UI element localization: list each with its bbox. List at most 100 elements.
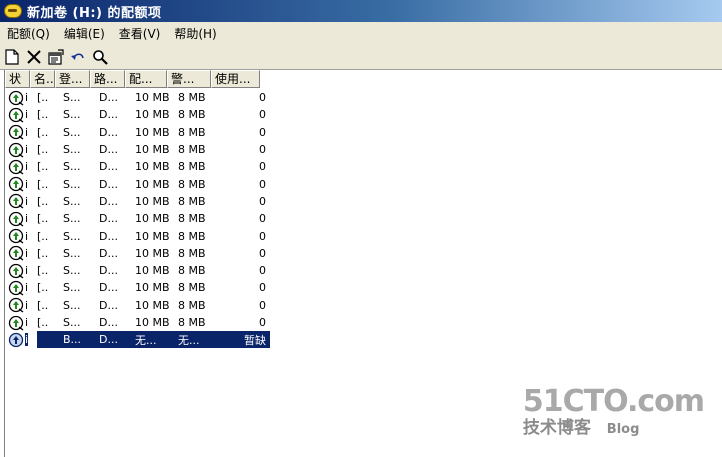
watermark-tagline-line: 技术博客 Blog (523, 417, 704, 441)
column-header-status[interactable]: 状 (5, 70, 30, 88)
column-header-warning[interactable]: 警... (167, 70, 211, 88)
row-percent-used: 0 (259, 91, 266, 105)
row-quota-limit: 10 MB (135, 281, 170, 295)
row-status-flag: i (25, 212, 29, 226)
table-row[interactable]: i [.. S... D... 10 MB 8 MB 0 (5, 106, 270, 123)
row-login: S... (63, 229, 81, 243)
row-name: [.. (37, 194, 49, 208)
menu-quota[interactable]: 配额(Q) (0, 25, 57, 42)
row-quota-limit: 无... (135, 331, 178, 349)
row-percent-used: 0 (259, 125, 266, 139)
row-status: i (5, 141, 37, 158)
column-header-used[interactable]: 使用... (211, 70, 260, 88)
row-warning-level: 8 MB (178, 264, 206, 278)
row-path: D... (99, 160, 118, 174)
row-path: D... (99, 264, 118, 278)
row-percent-used: 0 (259, 246, 266, 260)
quota-ok-icon (8, 211, 24, 227)
row-login: S... (63, 160, 81, 174)
menu-view[interactable]: 查看(V) (112, 25, 168, 42)
row-status: i (5, 176, 37, 193)
table-row[interactable]: i [.. S... D... 10 MB 8 MB 0 (5, 227, 270, 244)
row-name: [.. (37, 143, 49, 157)
table-row[interactable]: i [.. S... D... 10 MB 8 MB 0 (5, 141, 270, 158)
row-quota-limit: 10 MB (135, 212, 170, 226)
row-login: S... (63, 212, 81, 226)
row-status: i (5, 228, 37, 245)
watermark-site: 51CTO.com (522, 384, 705, 419)
column-header-path[interactable]: 路... (90, 70, 125, 88)
row-status: i (5, 262, 37, 279)
column-header-name[interactable]: 名.. (30, 70, 55, 88)
row-path: D... (99, 212, 118, 226)
row-quota-limit: 10 MB (135, 125, 170, 139)
row-warning-level: 8 MB (178, 194, 206, 208)
quota-ok-icon (8, 246, 24, 261)
row-name: [.. (37, 177, 49, 191)
table-row[interactable]: i [.. S... D... 10 MB 8 MB 0 (5, 314, 270, 331)
row-name: [.. (37, 316, 49, 329)
row-quota-limit: 10 MB (135, 143, 170, 157)
row-warning-level: 8 MB (178, 316, 206, 329)
list-rows: i [.. S... D... 10 MB 8 MB 0 i [.. S... D... 10 MB 8… (5, 89, 270, 349)
column-header-login[interactable]: 登... (55, 70, 90, 88)
row-percent-used: 0 (259, 108, 266, 122)
row-login: S... (63, 143, 81, 157)
table-row[interactable]: i [.. S... D... 10 MB 8 MB 0 (5, 297, 270, 314)
table-row[interactable]: i B... D... 无... 无... 暂缺 (5, 331, 270, 349)
row-status-flag: i (25, 298, 29, 312)
menu-help[interactable]: 帮助(H) (167, 25, 223, 42)
properties-icon (48, 48, 64, 65)
row-status-flag: i (25, 229, 29, 243)
menu-edit[interactable]: 编辑(E) (57, 25, 112, 42)
row-percent-used: 0 (259, 281, 266, 295)
row-name: [.. (37, 125, 49, 139)
quota-ok-icon (8, 176, 24, 192)
row-path: D... (99, 125, 118, 139)
table-row[interactable]: i [.. S... D... 10 MB 8 MB 0 (5, 193, 270, 210)
row-percent-used: 0 (259, 212, 266, 226)
quota-ok-icon (8, 315, 24, 331)
row-path: D... (99, 194, 118, 208)
quota-ok-icon (8, 194, 24, 209)
row-status-flag: i (25, 177, 29, 191)
row-name: [.. (37, 298, 49, 312)
table-row[interactable]: i [.. S... D... 10 MB 8 MB 0 (5, 210, 270, 227)
table-row[interactable]: i [.. S... D... 10 MB 8 MB 0 (5, 279, 270, 296)
row-status: i (5, 279, 37, 296)
row-quota-limit: 10 MB (135, 298, 170, 312)
row-status: i (5, 297, 37, 314)
title-bar[interactable]: 新加卷 (H:) 的配额项 (0, 0, 722, 22)
table-row[interactable]: i [.. S... D... 10 MB 8 MB 0 (5, 124, 270, 141)
row-percent-used: 0 (259, 229, 266, 243)
site-watermark: 51CTO.com 技术博客 Blog (522, 384, 705, 441)
row-name: [.. (37, 212, 49, 226)
row-path: D... (99, 281, 118, 295)
watermark-tagline: 技术博客 (522, 418, 591, 438)
find-button[interactable] (90, 47, 110, 67)
toolbar (0, 44, 722, 70)
row-percent-used: 0 (259, 177, 266, 191)
new-entry-button[interactable] (2, 47, 22, 67)
row-name: [.. (37, 246, 49, 260)
row-status: i (5, 193, 37, 210)
row-name: [.. (37, 91, 49, 105)
row-quota-limit: 10 MB (135, 91, 170, 105)
row-warning-level: 8 MB (178, 143, 206, 157)
delete-icon (27, 49, 41, 64)
quota-ok-icon (8, 280, 24, 296)
row-status-flag: i (25, 246, 29, 260)
row-login: S... (63, 177, 81, 191)
table-row[interactable]: i [.. S... D... 10 MB 8 MB 0 (5, 158, 270, 175)
row-quota-limit: 10 MB (135, 108, 170, 122)
table-row[interactable]: i [.. S... D... 10 MB 8 MB 0 (5, 262, 270, 279)
undo-button[interactable] (68, 47, 88, 67)
column-header-limit[interactable]: 配... (125, 70, 167, 88)
delete-button[interactable] (24, 47, 44, 67)
table-row[interactable]: i [.. S... D... 10 MB 8 MB 0 (5, 89, 270, 106)
table-row[interactable]: i [.. S... D... 10 MB 8 MB 0 (5, 175, 270, 192)
row-login: S... (63, 194, 81, 208)
table-row[interactable]: i [.. S... D... 10 MB 8 MB 0 (5, 245, 270, 262)
properties-button[interactable] (46, 47, 66, 67)
quota-ok-icon (8, 90, 24, 106)
